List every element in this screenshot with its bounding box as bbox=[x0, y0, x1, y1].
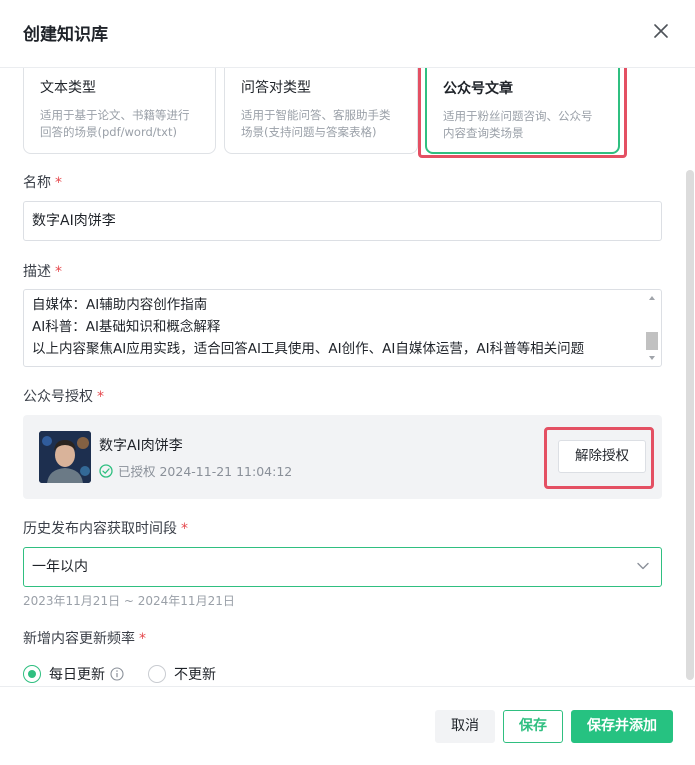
description-textarea[interactable]: 自媒体：AI辅助内容创作指南 AI科普：AI基础知识和概念解释 以上内容聚焦AI… bbox=[23, 289, 662, 367]
name-input[interactable]: 数字AI肉饼李 bbox=[23, 201, 662, 241]
dialog-title: 创建知识库 bbox=[23, 25, 108, 45]
radio-no-update[interactable]: 不更新 bbox=[148, 664, 216, 684]
auth-panel: 数字AI肉饼李 已授权 2024-11-21 11:04:12 解除授权 bbox=[23, 415, 662, 499]
type-card-desc: 适用于粉丝问题咨询、公众号内容查询类场景 bbox=[443, 109, 593, 140]
select-value: 一年以内 bbox=[32, 559, 88, 575]
description-label: 描述 * bbox=[23, 264, 62, 280]
dialog-scrollbar[interactable] bbox=[686, 170, 694, 680]
radio-label: 不更新 bbox=[174, 667, 216, 683]
check-circle-icon bbox=[99, 463, 113, 478]
type-card-qa[interactable]: 问答对类型 适用于智能问答、客服助手类场景(支持问题与答案表格) bbox=[224, 68, 418, 154]
type-card-wechat-articles[interactable]: 公众号文章 适用于粉丝问题咨询、公众号内容查询类场景 bbox=[425, 68, 620, 154]
description-line: 自媒体：AI辅助内容创作指南 bbox=[32, 297, 208, 313]
dialog-body: 文本类型 适用于基于论文、书籍等进行回答的场景(pdf/word/txt) 问答… bbox=[0, 68, 695, 686]
type-card-title: 问答对类型 bbox=[241, 80, 311, 96]
radio-label: 每日更新 bbox=[49, 667, 105, 683]
dialog-header: 创建知识库 bbox=[0, 0, 695, 68]
avatar bbox=[39, 431, 91, 483]
scroll-thumb[interactable] bbox=[646, 332, 658, 350]
revoke-auth-button[interactable]: 解除授权 bbox=[558, 440, 646, 473]
type-card-text[interactable]: 文本类型 适用于基于论文、书籍等进行回答的场景(pdf/word/txt) bbox=[23, 68, 216, 154]
date-range-hint: 2023年11月21日 ~ 2024年11月21日 bbox=[23, 594, 235, 608]
cancel-button[interactable]: 取消 bbox=[435, 710, 495, 743]
radio-button[interactable] bbox=[148, 665, 166, 683]
scroll-up-icon bbox=[649, 296, 655, 300]
dialog-footer: 取消 保存 保存并添加 bbox=[0, 686, 695, 765]
radio-daily[interactable]: 每日更新 bbox=[23, 664, 124, 684]
info-icon[interactable] bbox=[110, 667, 124, 681]
save-button[interactable]: 保存 bbox=[503, 710, 563, 743]
radio-button[interactable] bbox=[23, 665, 41, 683]
type-card-title: 文本类型 bbox=[40, 80, 96, 96]
frequency-label: 新增内容更新频率 * bbox=[23, 631, 146, 647]
scroll-down-icon bbox=[649, 356, 655, 360]
auth-status-text: 已授权 2024-11-21 11:04:12 bbox=[118, 464, 293, 479]
auth-status: 已授权 2024-11-21 11:04:12 bbox=[99, 461, 292, 480]
description-line: 以上内容聚焦AI应用实践，适合回答AI工具使用、AI创作、AI自媒体运营，AI科… bbox=[32, 341, 585, 357]
account-name: 数字AI肉饼李 bbox=[99, 438, 183, 454]
history-period-select[interactable]: 一年以内 bbox=[23, 547, 662, 587]
auth-label: 公众号授权 * bbox=[23, 389, 104, 405]
chevron-down-icon bbox=[637, 562, 649, 570]
history-label: 历史发布内容获取时间段 * bbox=[23, 521, 188, 537]
name-label: 名称 * bbox=[23, 175, 62, 191]
close-button[interactable] bbox=[650, 18, 672, 44]
save-and-add-button[interactable]: 保存并添加 bbox=[571, 710, 673, 743]
close-icon bbox=[654, 24, 668, 38]
type-card-desc: 适用于智能问答、客服助手类场景(支持问题与答案表格) bbox=[241, 108, 391, 139]
description-line: AI科普：AI基础知识和概念解释 bbox=[32, 319, 221, 335]
textarea-scrollbar[interactable] bbox=[645, 292, 659, 364]
type-card-title: 公众号文章 bbox=[443, 81, 513, 97]
type-card-desc: 适用于基于论文、书籍等进行回答的场景(pdf/word/txt) bbox=[40, 108, 190, 139]
